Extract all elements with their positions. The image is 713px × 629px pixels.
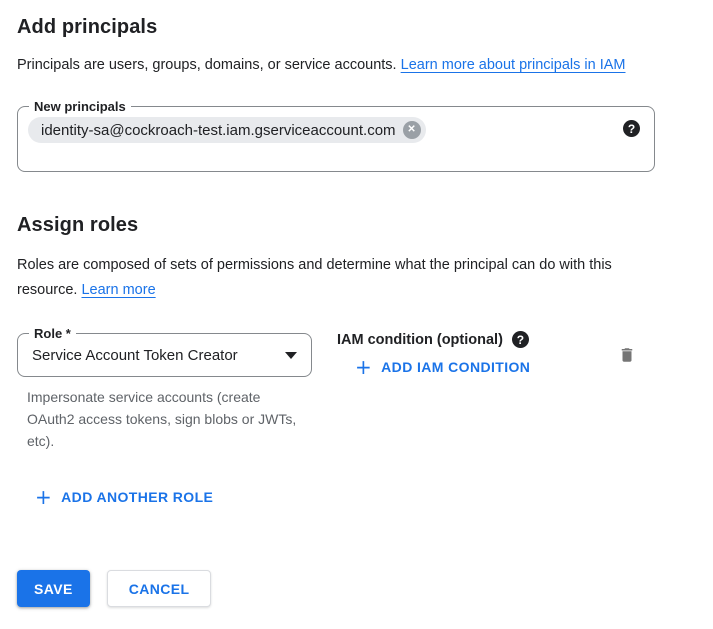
iam-condition-help-icon[interactable]: ? — [512, 331, 529, 348]
role-description: Impersonate service accounts (create OAu… — [27, 386, 309, 452]
intro-text: Principals are users, groups, domains, o… — [17, 53, 672, 78]
add-another-role-label: ADD ANOTHER ROLE — [61, 489, 213, 505]
save-button[interactable]: SAVE — [17, 570, 90, 607]
role-select[interactable]: Role * Service Account Token Creator — [17, 333, 312, 377]
add-principals-panel: Add principals Principals are users, gro… — [0, 0, 713, 629]
cancel-button[interactable]: CANCEL — [107, 570, 212, 607]
intro-text-body: Principals are users, groups, domains, o… — [17, 57, 401, 73]
role-label: Role * — [29, 325, 76, 342]
role-row: Role * Service Account Token Creator Imp… — [17, 333, 696, 452]
assign-roles-description: Roles are composed of sets of permission… — [17, 253, 637, 303]
page-title: Add principals — [17, 16, 696, 39]
assign-roles-title: Assign roles — [17, 214, 696, 237]
learn-more-principals-link[interactable]: Learn more about principals in IAM — [401, 57, 626, 73]
new-principals-label: New principals — [29, 98, 131, 115]
role-column: Role * Service Account Token Creator Imp… — [17, 333, 312, 452]
iam-condition-label-row: IAM condition (optional) ? — [337, 331, 530, 348]
learn-more-roles-link[interactable]: Learn more — [81, 282, 155, 298]
role-selected-value: Service Account Token Creator — [32, 347, 277, 364]
principal-chip-label: identity-sa@cockroach-test.iam.gservicea… — [41, 122, 396, 139]
iam-condition-column: IAM condition (optional) ? + ADD IAM CON… — [337, 333, 530, 379]
add-iam-condition-label: ADD IAM CONDITION — [381, 359, 530, 375]
new-principals-field[interactable]: New principals identity-sa@cockroach-tes… — [17, 106, 655, 172]
add-another-role-button[interactable]: + ADD ANOTHER ROLE — [35, 488, 213, 506]
trash-icon — [618, 345, 636, 365]
plus-icon: + — [355, 358, 372, 376]
chip-remove-icon[interactable]: ✕ — [403, 121, 421, 139]
plus-icon: + — [35, 488, 52, 506]
delete-role-button[interactable] — [616, 343, 638, 370]
chevron-down-icon — [285, 352, 297, 359]
dialog-actions: SAVE CANCEL — [17, 570, 211, 607]
principal-chip: identity-sa@cockroach-test.iam.gservicea… — [28, 117, 426, 143]
new-principals-help-icon[interactable]: ? — [623, 120, 640, 137]
iam-condition-label: IAM condition (optional) — [337, 332, 503, 348]
add-iam-condition-button[interactable]: + ADD IAM CONDITION — [355, 358, 530, 376]
